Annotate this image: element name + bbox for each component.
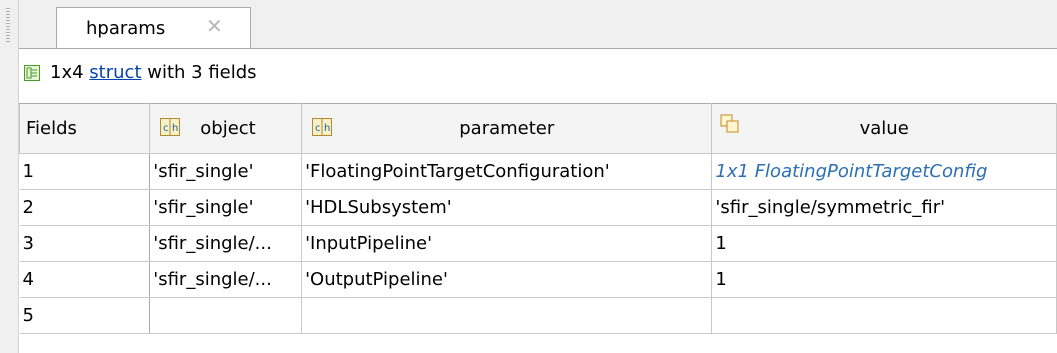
tab-hparams[interactable]: hparams ✕ (56, 7, 251, 48)
column-header-value[interactable]: value (711, 103, 1057, 154)
cell-parameter[interactable]: 'OutputPipeline' (301, 261, 713, 298)
close-icon[interactable]: ✕ (206, 16, 223, 36)
table-row[interactable]: 1 'sfir_single' 'FloatingPointTargetConf… (19, 153, 1057, 190)
table-row[interactable]: 5 (19, 297, 1057, 334)
column-header-parameter[interactable]: c h parameter (301, 103, 713, 154)
struct-fields-count: with 3 fields (147, 62, 257, 83)
cell-parameter[interactable]: 'FloatingPointTargetConfiguration' (301, 153, 713, 190)
table-row[interactable]: 4 'sfir_single/... 'OutputPipeline' 1 (19, 261, 1057, 298)
row-number: 5 (19, 297, 151, 334)
cell-value[interactable]: 1x1 FloatingPointTargetConfig (711, 153, 1057, 190)
table-header-row: Fields c h object c h parameter value (18, 103, 1057, 154)
value-link[interactable]: 1x1 FloatingPointTargetConfig (715, 161, 987, 182)
cell-object[interactable] (149, 297, 303, 334)
struct-link[interactable]: struct (89, 62, 141, 83)
table-row[interactable]: 3 'sfir_single/... 'InputPipeline' 1 (19, 225, 1057, 262)
column-header-object[interactable]: c h object (149, 103, 303, 154)
column-header-label: parameter (459, 118, 555, 139)
column-header-label: Fields (26, 118, 77, 139)
row-number: 3 (19, 225, 151, 262)
row-number: 4 (19, 261, 151, 298)
cell-object[interactable]: 'sfir_single/... (149, 261, 303, 298)
struct-table: Fields c h object c h parameter value 1 … (18, 103, 1057, 334)
cell-object[interactable]: 'sfir_single' (149, 153, 303, 190)
table-row[interactable]: 2 'sfir_single' 'HDLSubsystem' 'sfir_sin… (19, 189, 1057, 226)
column-header-label: value (859, 118, 909, 139)
cell-parameter[interactable]: 'HDLSubsystem' (301, 189, 713, 226)
struct-info-text: 1x4 struct with 3 fields (50, 62, 257, 83)
column-header-label: object (200, 118, 256, 139)
cell-parameter[interactable]: 'InputPipeline' (301, 225, 713, 262)
svg-text:h: h (172, 123, 178, 134)
tab-strip: hparams ✕ (19, 0, 1057, 49)
struct-info-bar: 1x4 struct with 3 fields (19, 49, 1057, 93)
cell-parameter[interactable] (301, 297, 713, 334)
cell-object[interactable]: 'sfir_single/... (149, 225, 303, 262)
char-array-icon: c h (160, 118, 181, 136)
row-number: 1 (19, 153, 151, 190)
cell-value[interactable] (711, 297, 1057, 334)
tab-label: hparams (86, 18, 166, 39)
drag-grip-icon[interactable] (6, 8, 10, 42)
svg-text:c: c (163, 123, 169, 134)
row-number: 2 (19, 189, 151, 226)
cell-value[interactable]: 'sfir_single/symmetric_fir' (711, 189, 1057, 226)
left-gutter (0, 0, 19, 353)
column-header-fields[interactable]: Fields (18, 103, 151, 154)
struct-size: 1x4 (50, 62, 84, 83)
cell-object[interactable]: 'sfir_single' (149, 189, 303, 226)
struct-icon (24, 65, 40, 81)
cell-value[interactable]: 1 (711, 261, 1057, 298)
cell-value[interactable]: 1 (711, 225, 1057, 262)
